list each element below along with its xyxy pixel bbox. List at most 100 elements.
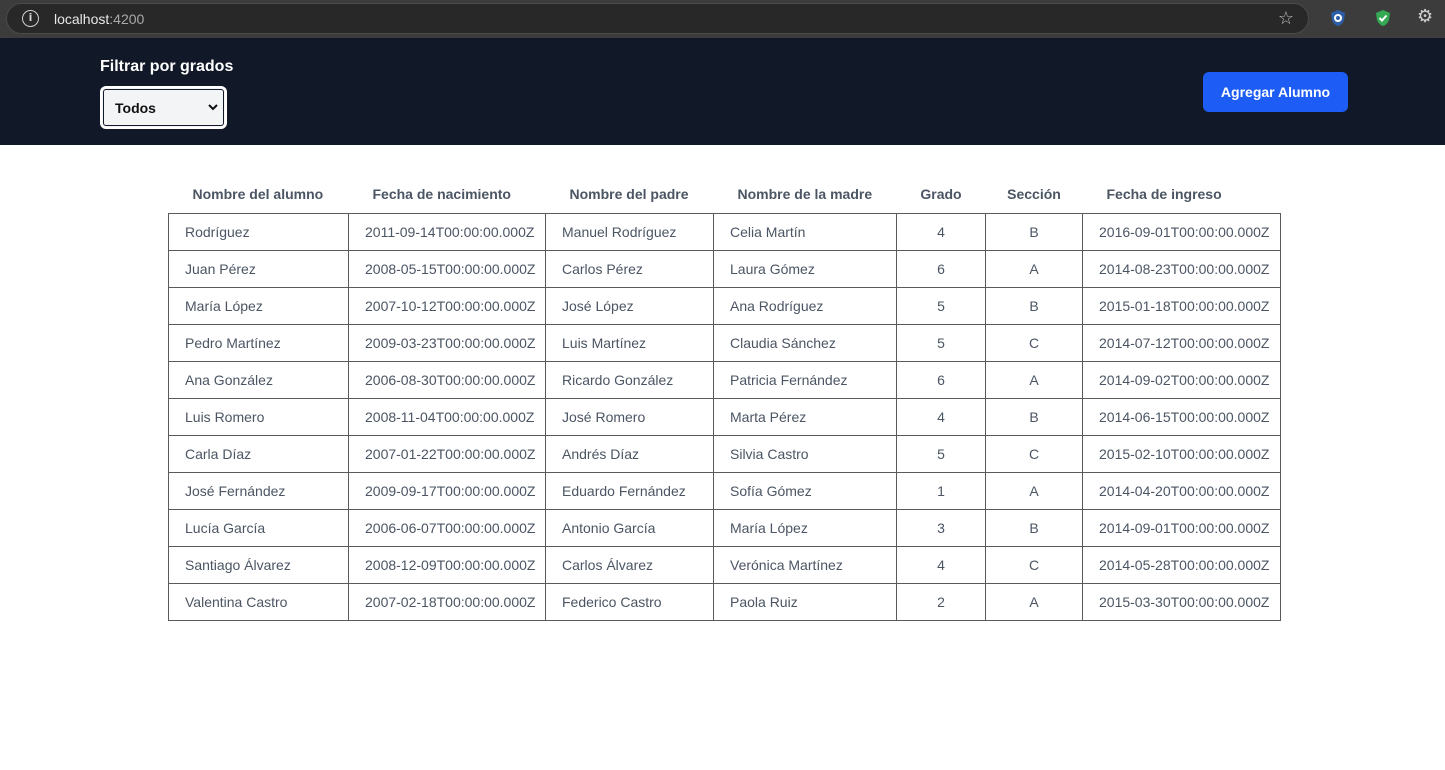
birth-date-cell: 2006-08-30T00:00:00.000Z [348, 361, 546, 399]
grade-cell: 1 [896, 472, 986, 510]
birth-date-cell: 2008-05-15T00:00:00.000Z [348, 250, 546, 288]
table-row: Luis Romero 2008-11-04T00:00:00.000Z Jos… [168, 398, 1281, 436]
birth-date-cell: 2006-06-07T00:00:00.000Z [348, 509, 546, 547]
father-name-cell: Federico Castro [545, 583, 714, 621]
father-name-cell: Luis Martínez [545, 324, 714, 362]
section-cell: A [985, 472, 1083, 510]
birth-date-cell: 2007-02-18T00:00:00.000Z [348, 583, 546, 621]
enrollment-date-cell: 2014-06-15T00:00:00.000Z [1082, 398, 1281, 436]
birth-date-cell: 2008-12-09T00:00:00.000Z [348, 546, 546, 584]
url-text[interactable]: localhost:4200 [54, 11, 144, 27]
student-name-cell: Juan Pérez [168, 250, 349, 288]
column-header: Nombre del padre [569, 186, 689, 202]
section-cell: C [985, 546, 1083, 584]
section-cell: B [985, 398, 1083, 436]
browser-toolbar: i localhost:4200 ☆ ⚙ [0, 0, 1445, 38]
birth-date-cell: 2007-10-12T00:00:00.000Z [348, 287, 546, 325]
mother-name-cell: Ana Rodríguez [713, 287, 897, 325]
grade-cell: 4 [896, 213, 986, 251]
father-name-cell: Carlos Pérez [545, 250, 714, 288]
birth-date-cell: 2008-11-04T00:00:00.000Z [348, 398, 546, 436]
add-student-button[interactable]: Agregar Alumno [1203, 72, 1348, 112]
birth-date-cell: 2007-01-22T00:00:00.000Z [348, 435, 546, 473]
student-name-cell: José Fernández [168, 472, 349, 510]
column-header: Fecha de nacimiento [372, 186, 511, 202]
grade-cell: 2 [896, 583, 986, 621]
table-row: Rodríguez 2011-09-14T00:00:00.000Z Manue… [168, 213, 1281, 251]
mother-name-cell: María López [713, 509, 897, 547]
student-name-cell: Pedro Martínez [168, 324, 349, 362]
grade-cell: 5 [896, 435, 986, 473]
enrollment-date-cell: 2014-09-01T00:00:00.000Z [1082, 509, 1281, 547]
section-cell: A [985, 250, 1083, 288]
enrollment-date-cell: 2014-07-12T00:00:00.000Z [1082, 324, 1281, 362]
birth-date-cell: 2009-03-23T00:00:00.000Z [348, 324, 546, 362]
enrollment-date-cell: 2015-02-10T00:00:00.000Z [1082, 435, 1281, 473]
student-name-cell: Rodríguez [168, 213, 349, 251]
grade-cell: 6 [896, 250, 986, 288]
table-row: José Fernández 2009-09-17T00:00:00.000Z … [168, 472, 1281, 510]
mother-name-cell: Laura Gómez [713, 250, 897, 288]
birth-date-cell: 2011-09-14T00:00:00.000Z [348, 213, 546, 251]
father-name-cell: Manuel Rodríguez [545, 213, 714, 251]
table-row: Ana González 2006-08-30T00:00:00.000Z Ri… [168, 361, 1281, 399]
student-name-cell: Santiago Álvarez [168, 546, 349, 584]
enrollment-date-cell: 2015-01-18T00:00:00.000Z [1082, 287, 1281, 325]
grade-filter-value: Todos [115, 100, 156, 116]
bookmark-star-icon[interactable]: ☆ [1278, 8, 1294, 29]
enrollment-date-cell: 2014-09-02T00:00:00.000Z [1082, 361, 1281, 399]
mother-name-cell: Claudia Sánchez [713, 324, 897, 362]
father-name-cell: Ricardo González [545, 361, 714, 399]
column-header: Fecha de ingreso [1106, 186, 1222, 202]
father-name-cell: Carlos Álvarez [545, 546, 714, 584]
mother-name-cell: Patricia Fernández [713, 361, 897, 399]
enrollment-date-cell: 2016-09-01T00:00:00.000Z [1082, 213, 1281, 251]
grade-cell: 3 [896, 509, 986, 547]
section-cell: C [985, 324, 1083, 362]
mother-name-cell: Sofía Gómez [713, 472, 897, 510]
father-name-cell: Eduardo Fernández [545, 472, 714, 510]
student-name-cell: Luis Romero [168, 398, 349, 436]
mother-name-cell: Paola Ruiz [713, 583, 897, 621]
enrollment-date-cell: 2015-03-30T00:00:00.000Z [1082, 583, 1281, 621]
enrollment-date-cell: 2014-04-20T00:00:00.000Z [1082, 472, 1281, 510]
table-row: Lucía García 2006-06-07T00:00:00.000Z An… [168, 509, 1281, 547]
section-cell: B [985, 287, 1083, 325]
section-cell: B [985, 213, 1083, 251]
grade-cell: 4 [896, 398, 986, 436]
grade-cell: 5 [896, 287, 986, 325]
grade-cell: 5 [896, 324, 986, 362]
column-header: Nombre del alumno [192, 186, 324, 202]
section-cell: B [985, 509, 1083, 547]
extension-shield-icon[interactable] [1328, 8, 1348, 28]
column-header: Sección [1007, 186, 1061, 202]
table-row: María López 2007-10-12T00:00:00.000Z Jos… [168, 287, 1281, 325]
student-name-cell: Ana González [168, 361, 349, 399]
address-bar[interactable]: i localhost:4200 ☆ [6, 3, 1309, 34]
enrollment-date-cell: 2014-08-23T00:00:00.000Z [1082, 250, 1281, 288]
extensions-puzzle-icon[interactable]: ⚙ [1417, 6, 1437, 27]
father-name-cell: Andrés Díaz [545, 435, 714, 473]
filter-label: Filtrar por grados [100, 58, 234, 75]
chevron-down-icon [208, 104, 218, 111]
table-row: Valentina Castro 2007-02-18T00:00:00.000… [168, 583, 1281, 621]
student-name-cell: Valentina Castro [168, 583, 349, 621]
table-header-row: Nombre del alumno Fecha de nacimiento No… [169, 175, 1281, 214]
section-cell: C [985, 435, 1083, 473]
grade-filter-select[interactable]: Todos [100, 86, 227, 129]
birth-date-cell: 2009-09-17T00:00:00.000Z [348, 472, 546, 510]
grade-cell: 6 [896, 361, 986, 399]
students-table: Nombre del alumno Fecha de nacimiento No… [168, 175, 1281, 621]
table-row: Juan Pérez 2008-05-15T00:00:00.000Z Carl… [168, 250, 1281, 288]
site-info-icon[interactable]: i [22, 10, 39, 27]
table-row: Pedro Martínez 2009-03-23T00:00:00.000Z … [168, 324, 1281, 362]
mother-name-cell: Verónica Martínez [713, 546, 897, 584]
section-cell: A [985, 361, 1083, 399]
enrollment-date-cell: 2014-05-28T00:00:00.000Z [1082, 546, 1281, 584]
mother-name-cell: Marta Pérez [713, 398, 897, 436]
grade-cell: 4 [896, 546, 986, 584]
mother-name-cell: Celia Martín [713, 213, 897, 251]
extension-check-shield-icon[interactable] [1373, 8, 1393, 28]
table-row: Carla Díaz 2007-01-22T00:00:00.000Z Andr… [168, 435, 1281, 473]
father-name-cell: José López [545, 287, 714, 325]
